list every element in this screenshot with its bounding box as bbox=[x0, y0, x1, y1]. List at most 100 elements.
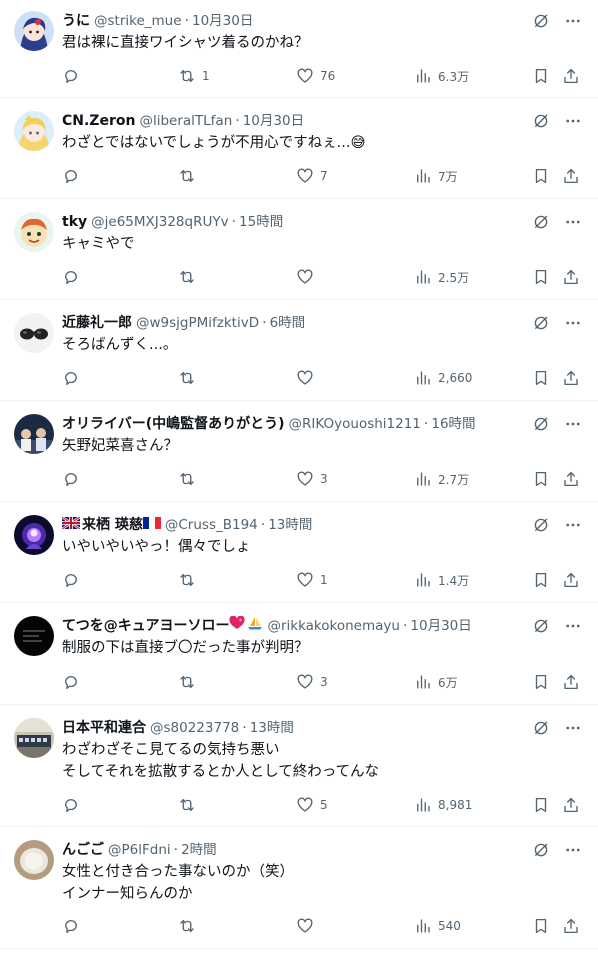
share-button[interactable] bbox=[562, 65, 580, 87]
share-button[interactable] bbox=[562, 266, 580, 288]
reply-button[interactable] bbox=[62, 468, 86, 490]
more-icon[interactable] bbox=[564, 415, 582, 433]
user-handle[interactable]: @liberalTLfan bbox=[139, 111, 232, 131]
more-icon[interactable] bbox=[564, 841, 582, 859]
reply-button[interactable] bbox=[62, 367, 86, 389]
views-button[interactable]: 2.7万 bbox=[414, 468, 469, 490]
post-time[interactable]: 10月30日 bbox=[192, 11, 253, 31]
bookmark-button[interactable] bbox=[532, 266, 550, 288]
views-button[interactable]: 7万 bbox=[414, 165, 458, 187]
reply-button[interactable] bbox=[62, 915, 86, 937]
views-button[interactable]: 2,660 bbox=[414, 367, 472, 389]
bookmark-button[interactable] bbox=[532, 671, 550, 693]
share-button[interactable] bbox=[562, 165, 580, 187]
avatar[interactable] bbox=[14, 616, 54, 656]
like-button[interactable]: 5 bbox=[296, 794, 328, 816]
post-time[interactable]: 10月30日 bbox=[410, 616, 471, 636]
retweet-button[interactable] bbox=[178, 367, 202, 389]
bookmark-button[interactable] bbox=[532, 794, 550, 816]
grok-icon[interactable] bbox=[532, 516, 550, 534]
display-name[interactable]: CN.Zeron bbox=[62, 111, 135, 131]
reply-post[interactable]: オリライバー(中嶋監督ありがとう) @RIKOyouoshi1211 · 16時… bbox=[0, 401, 598, 502]
retweet-button[interactable] bbox=[178, 569, 202, 591]
share-button[interactable] bbox=[562, 915, 580, 937]
avatar[interactable] bbox=[14, 212, 54, 252]
grok-icon[interactable] bbox=[532, 314, 550, 332]
post-time[interactable]: 6時間 bbox=[270, 313, 306, 333]
grok-icon[interactable] bbox=[532, 12, 550, 30]
reply-post[interactable]: てつを@キュアヨーソロー @rikkakokonemayu · 10月30日 制… bbox=[0, 603, 598, 705]
user-handle[interactable]: @strike_mue bbox=[94, 11, 182, 31]
share-button[interactable] bbox=[562, 671, 580, 693]
bookmark-button[interactable] bbox=[532, 367, 550, 389]
avatar[interactable] bbox=[14, 718, 54, 758]
retweet-button[interactable] bbox=[178, 671, 202, 693]
display-name[interactable]: tky bbox=[62, 212, 87, 232]
user-handle[interactable]: @RIKOyouoshi1211 bbox=[289, 414, 421, 434]
retweet-button[interactable] bbox=[178, 794, 202, 816]
retweet-button[interactable] bbox=[178, 915, 202, 937]
grok-icon[interactable] bbox=[532, 112, 550, 130]
retweet-button[interactable] bbox=[178, 165, 202, 187]
reply-post[interactable]: 近藤礼一郎 @w9sjgPMifzktivD · 6時間 そろばんずく...。 … bbox=[0, 300, 598, 401]
share-button[interactable] bbox=[562, 569, 580, 591]
user-handle[interactable]: @je65MXJ328qRUYv bbox=[91, 212, 228, 232]
reply-post[interactable]: んごご @P6lFdni · 2時間 女性と付き合った事ないのか（笑） インナー… bbox=[0, 827, 598, 949]
like-button[interactable]: 3 bbox=[296, 671, 328, 693]
more-icon[interactable] bbox=[564, 314, 582, 332]
like-button[interactable]: 76 bbox=[296, 65, 335, 87]
avatar[interactable] bbox=[14, 414, 54, 454]
display-name[interactable]: オリライバー(中嶋監督ありがとう) bbox=[62, 414, 285, 434]
views-button[interactable]: 6万 bbox=[414, 671, 458, 693]
user-handle[interactable]: @s80223778 bbox=[150, 718, 239, 738]
bookmark-button[interactable] bbox=[532, 915, 550, 937]
avatar[interactable] bbox=[14, 840, 54, 880]
avatar[interactable] bbox=[14, 11, 54, 51]
more-icon[interactable] bbox=[564, 719, 582, 737]
reply-post[interactable]: tky @je65MXJ328qRUYv · 15時間 キャミやで 2.5万 bbox=[0, 199, 598, 300]
bookmark-button[interactable] bbox=[532, 569, 550, 591]
user-handle[interactable]: @P6lFdni bbox=[108, 840, 171, 860]
avatar[interactable] bbox=[14, 313, 54, 353]
share-button[interactable] bbox=[562, 468, 580, 490]
display-name[interactable]: 近藤礼一郎 bbox=[62, 313, 132, 333]
user-handle[interactable]: @rikkakokonemayu bbox=[267, 616, 400, 636]
reply-button[interactable] bbox=[62, 569, 86, 591]
like-button[interactable]: 7 bbox=[296, 165, 328, 187]
views-button[interactable]: 2.5万 bbox=[414, 266, 469, 288]
retweet-button[interactable] bbox=[178, 468, 202, 490]
reply-button[interactable] bbox=[62, 671, 86, 693]
views-button[interactable]: 540 bbox=[414, 915, 461, 937]
views-button[interactable]: 1.4万 bbox=[414, 569, 469, 591]
like-button[interactable]: 3 bbox=[296, 468, 328, 490]
like-button[interactable] bbox=[296, 266, 320, 288]
like-button[interactable]: 1 bbox=[296, 569, 328, 591]
share-button[interactable] bbox=[562, 794, 580, 816]
more-icon[interactable] bbox=[564, 516, 582, 534]
views-button[interactable]: 6.3万 bbox=[414, 65, 469, 87]
display-name[interactable]: うに bbox=[62, 11, 90, 31]
grok-icon[interactable] bbox=[532, 719, 550, 737]
post-time[interactable]: 13時間 bbox=[250, 718, 294, 738]
reply-post[interactable]: 日本平和連合 @s80223778 · 13時間 わざわざそこ見てるの気持ち悪い… bbox=[0, 705, 598, 827]
share-button[interactable] bbox=[562, 367, 580, 389]
grok-icon[interactable] bbox=[532, 841, 550, 859]
reply-button[interactable] bbox=[62, 65, 86, 87]
retweet-button[interactable] bbox=[178, 266, 202, 288]
more-icon[interactable] bbox=[564, 617, 582, 635]
like-button[interactable] bbox=[296, 915, 320, 937]
reply-button[interactable] bbox=[62, 165, 86, 187]
display-name[interactable]: てつを@キュアヨーソロー bbox=[62, 616, 229, 636]
reply-post[interactable]: 来栖 瑛慈 @Cruss_B194 · 13時間 いやいやいやっ！偶々でしょ 1… bbox=[0, 502, 598, 603]
display-name[interactable]: んごご bbox=[62, 840, 104, 860]
reply-button[interactable] bbox=[62, 794, 86, 816]
retweet-button[interactable]: 1 bbox=[178, 65, 210, 87]
avatar[interactable] bbox=[14, 111, 54, 151]
post-time[interactable]: 16時間 bbox=[431, 414, 475, 434]
grok-icon[interactable] bbox=[532, 415, 550, 433]
display-name[interactable]: 来栖 瑛慈 bbox=[82, 515, 143, 535]
reply-post[interactable]: うに @strike_mue · 10月30日 君は裸に直接ワイシャツ着るのかね… bbox=[0, 0, 598, 98]
more-icon[interactable] bbox=[564, 112, 582, 130]
like-button[interactable] bbox=[296, 367, 320, 389]
display-name[interactable]: 日本平和連合 bbox=[62, 718, 146, 738]
